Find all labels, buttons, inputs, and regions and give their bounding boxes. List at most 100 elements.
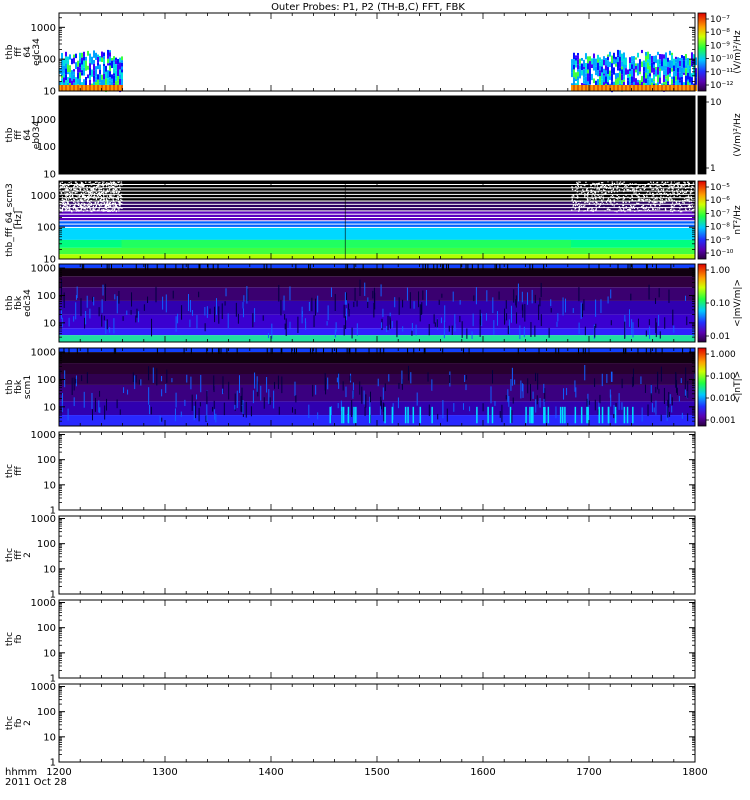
scm-dot: [590, 210, 592, 212]
fbk-streak: [441, 264, 443, 270]
fft-cell: [97, 69, 99, 75]
fbk-streak: [485, 313, 487, 321]
fbk-streak: [348, 309, 350, 317]
ytick-label: 10: [43, 732, 56, 743]
fft-cell: [650, 55, 653, 63]
scm-dot: [76, 189, 78, 191]
scm-dot: [611, 204, 614, 206]
fbk-streak: [206, 306, 208, 318]
fbk-streak: [678, 395, 680, 402]
fft-cell: [574, 67, 577, 73]
fbk-streak: [86, 372, 88, 384]
fft-cell: [622, 52, 625, 59]
scm-dot: [571, 187, 573, 189]
scm-dot: [676, 203, 678, 205]
fbk-streak: [191, 394, 193, 411]
fft-cell: [666, 57, 669, 62]
scm-dot: [621, 206, 624, 209]
fft-cell: [71, 64, 73, 71]
scm-dot: [678, 203, 680, 205]
scm-dot: [76, 198, 78, 200]
scm-dot: [684, 182, 686, 184]
scm-dot: [108, 204, 110, 207]
fft-cell: [680, 76, 683, 80]
fbk-streak: [398, 297, 400, 315]
fbk-streak: [600, 299, 602, 313]
scm-dot: [88, 194, 90, 196]
fbk-streak: [228, 381, 230, 400]
fft-cell: [670, 52, 673, 56]
scm-dot: [83, 184, 85, 187]
fbk-streak: [606, 374, 608, 383]
fft-cell: [584, 59, 587, 64]
scm-dot: [650, 181, 652, 183]
fbk-streak: [630, 293, 632, 301]
fft-cell: [606, 56, 609, 61]
fft-cell: [636, 57, 639, 64]
fft-cell: [640, 85, 643, 91]
fft-cell: [616, 68, 619, 71]
fft-cell: [93, 70, 95, 76]
fbk-streak: [629, 309, 631, 327]
scm-dot: [641, 206, 643, 208]
scm-dot: [105, 194, 107, 196]
scm-dot: [664, 207, 667, 209]
scm-line: [59, 217, 695, 218]
fft-cell: [678, 66, 681, 73]
fbk-streak: [193, 405, 195, 421]
fbk-streak: [324, 373, 326, 391]
scm-dot: [590, 184, 592, 186]
scm-dot: [588, 208, 590, 210]
fbk-streak: [285, 318, 287, 337]
fft-cell: [666, 74, 669, 82]
fft-cell: [111, 85, 113, 91]
fft-cell: [612, 58, 615, 65]
scm-dot: [668, 199, 671, 201]
fft-cell: [656, 55, 659, 60]
fft-cell: [109, 80, 111, 84]
fft-cell: [648, 63, 651, 66]
fbk-streak: [380, 400, 382, 410]
fbk-streak: [238, 375, 240, 393]
scm-dot: [578, 210, 580, 212]
fbk-band: [59, 276, 695, 288]
fbk-streak: [236, 348, 238, 354]
scm-dot: [662, 184, 664, 186]
scm-dot: [60, 209, 62, 212]
scm-dot: [86, 200, 89, 203]
scm-dot: [661, 181, 663, 184]
scm-dot: [673, 192, 675, 195]
fbk-streak: [187, 264, 189, 270]
fbk-streak: [242, 400, 244, 414]
xtick-label: 1400: [258, 767, 283, 778]
fbk-streak: [373, 302, 375, 318]
fbk-streak: [67, 408, 69, 421]
fft-cell: [95, 66, 97, 70]
scm-dot: [688, 196, 690, 198]
fft-cell: [684, 65, 687, 69]
scm-dot: [659, 185, 661, 188]
scm-dot: [585, 201, 587, 203]
fbk-streak: [669, 411, 671, 417]
scm-dot: [571, 198, 573, 200]
scm-dot: [98, 188, 100, 190]
fbk-streak: [521, 304, 523, 311]
scm-dot: [65, 209, 67, 212]
fbk-streak: [85, 311, 87, 325]
fbk-streak: [138, 311, 140, 323]
fft-cell: [71, 58, 73, 65]
fft-cell: [115, 64, 117, 71]
fft-cell: [81, 75, 83, 83]
fft-cell: [107, 55, 109, 59]
fft-cell: [668, 85, 671, 91]
fbk-streak: [506, 313, 508, 321]
fft-cell: [582, 69, 585, 78]
fft-cell: [622, 58, 625, 65]
scm-dot: [644, 185, 646, 187]
scm-dot: [94, 201, 96, 204]
fbk-streak: [578, 287, 580, 302]
scm-dot: [76, 207, 78, 209]
fbk-streak: [278, 285, 280, 302]
fft-cell: [598, 72, 601, 77]
fft-cell: [688, 65, 691, 69]
